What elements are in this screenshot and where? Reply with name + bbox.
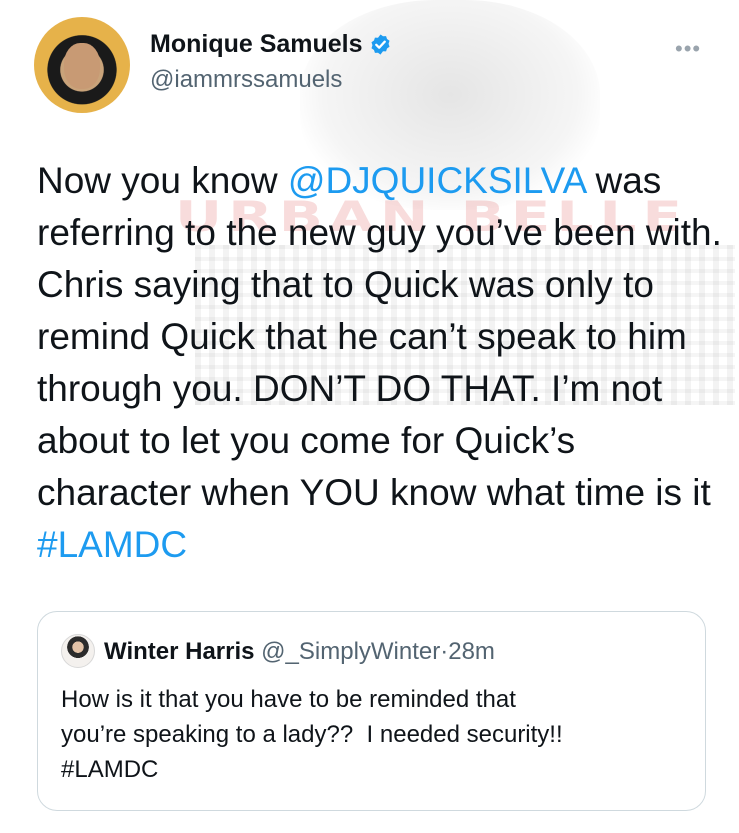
tweet-text-part2: was referring to the new guy you’ve been… [37, 160, 722, 513]
author-name-row[interactable]: Monique Samuels [150, 30, 392, 59]
quoted-time[interactable]: 28m [448, 638, 495, 665]
quoted-text-line1: How is it that you have to be reminded t… [61, 686, 516, 713]
author-display-name[interactable]: Monique Samuels [150, 30, 363, 59]
tweet-text-part1: Now you know [37, 160, 288, 201]
author-avatar[interactable] [34, 17, 130, 113]
quoted-author-avatar[interactable] [61, 634, 95, 668]
quoted-handle[interactable]: @_SimplyWinter [261, 638, 440, 665]
verified-badge-icon [371, 34, 390, 55]
hashtag-link[interactable]: #LAMDC [37, 524, 187, 565]
quoted-tweet-card[interactable]: Winter Harris @_SimplyWinter·28m How is … [37, 611, 706, 811]
author-handle[interactable]: @iammrssamuels [150, 66, 342, 94]
tweet-text: Now you know @DJQUICKSILVA was referring… [37, 155, 722, 571]
more-icon[interactable]: ••• [675, 38, 701, 60]
quoted-header: Winter Harris @_SimplyWinter·28m [104, 638, 495, 666]
quoted-text: How is it that you have to be reminded t… [61, 682, 691, 787]
mention-link[interactable]: @DJQUICKSILVA [288, 160, 585, 201]
quoted-text-line2: you’re speaking to a lady?? I needed sec… [61, 721, 563, 748]
quoted-display-name[interactable]: Winter Harris [104, 638, 255, 665]
quoted-hashtag: #LAMDC [61, 756, 159, 783]
